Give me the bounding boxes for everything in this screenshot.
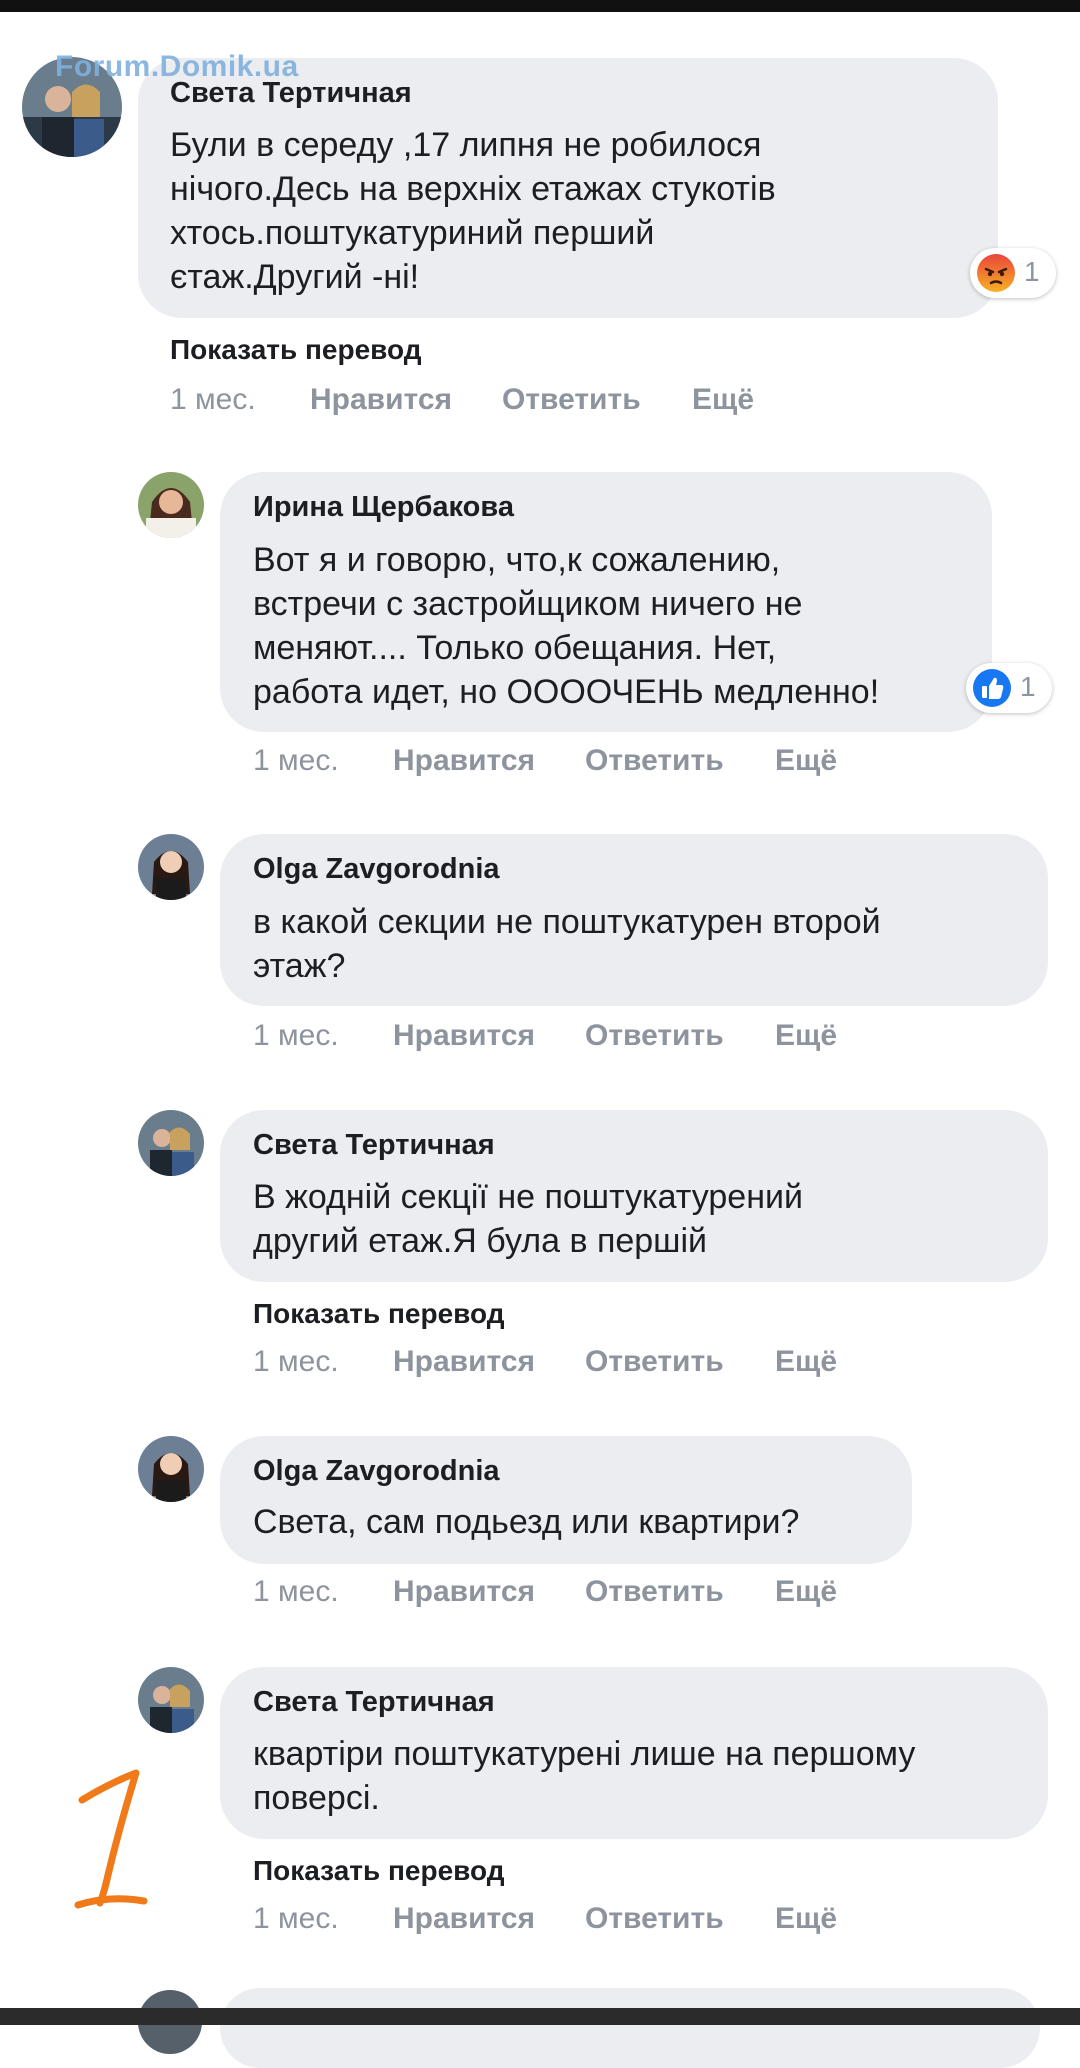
bottom-nav-strip [0, 2008, 1080, 2025]
comment-text: Вот я и говорю, что,к сожалению, встречи… [253, 541, 880, 711]
more-button[interactable]: Ещё [692, 383, 754, 417]
comment-text: в какой секции не поштукатурен второй эт… [253, 903, 881, 985]
like-button[interactable]: Нравится [393, 1575, 535, 1609]
top-status-strip [0, 0, 1080, 12]
more-button[interactable]: Ещё [775, 1575, 837, 1609]
reaction-badge[interactable]: 1 [966, 663, 1052, 713]
reaction-badge[interactable]: 1 [970, 248, 1056, 298]
like-reaction-icon [973, 669, 1011, 707]
reply-button[interactable]: Ответить [585, 1019, 724, 1053]
show-translation-link[interactable]: Показать перевод [253, 1855, 505, 1887]
comment-text: Света, сам подьезд или квартири? [253, 1503, 800, 1541]
more-button[interactable]: Ещё [775, 744, 837, 778]
comment-author[interactable]: Ирина Щербакова [253, 491, 514, 524]
like-button[interactable]: Нравится [393, 1902, 535, 1936]
watermark: Forum.Domik.ua [55, 50, 299, 83]
comment-bubble [220, 1988, 1040, 2068]
comment-author[interactable]: Olga Zavgorodnia [253, 1455, 500, 1488]
reply-button[interactable]: Ответить [585, 1345, 724, 1379]
handwritten-annotation-one [74, 1769, 148, 1909]
like-button[interactable]: Нравится [393, 744, 535, 778]
like-button[interactable]: Нравится [393, 1345, 535, 1379]
reply-button[interactable]: Ответить [585, 744, 724, 778]
comment-time: 1 мес. [253, 1575, 339, 1608]
reaction-count: 1 [1020, 671, 1036, 702]
reply-button[interactable]: Ответить [502, 383, 641, 417]
reaction-count: 1 [1024, 256, 1040, 287]
avatar[interactable] [138, 834, 204, 900]
show-translation-link[interactable]: Показать перевод [253, 1298, 505, 1330]
avatar[interactable] [138, 1667, 204, 1733]
more-button[interactable]: Ещё [775, 1019, 837, 1053]
comment-text: квартіри поштукатурені лише на першому п… [253, 1735, 916, 1817]
avatar[interactable] [138, 1110, 204, 1176]
angry-reaction-icon [977, 254, 1015, 292]
comment-author[interactable]: Olga Zavgorodnia [253, 853, 500, 886]
avatar[interactable] [138, 1436, 204, 1502]
avatar[interactable] [138, 472, 204, 538]
more-button[interactable]: Ещё [775, 1345, 837, 1379]
comment-time: 1 мес. [253, 1902, 339, 1935]
comment-time: 1 мес. [253, 1019, 339, 1052]
comment-text: В жодній секції не поштукатурений другий… [253, 1178, 803, 1260]
like-button[interactable]: Нравится [393, 1019, 535, 1053]
more-button[interactable]: Ещё [775, 1902, 837, 1936]
comment-time: 1 мес. [253, 744, 339, 777]
reply-button[interactable]: Ответить [585, 1575, 724, 1609]
comment-time: 1 мес. [253, 1345, 339, 1378]
show-translation-link[interactable]: Показать перевод [170, 334, 422, 366]
comment-author[interactable]: Света Тертичная [253, 1686, 495, 1719]
comment-time: 1 мес. [170, 383, 256, 416]
comment-author[interactable]: Света Тертичная [253, 1129, 495, 1162]
like-button[interactable]: Нравится [310, 383, 452, 417]
comment-text: Були в середу ,17 липня не робилося нічо… [170, 126, 776, 296]
reply-button[interactable]: Ответить [585, 1902, 724, 1936]
